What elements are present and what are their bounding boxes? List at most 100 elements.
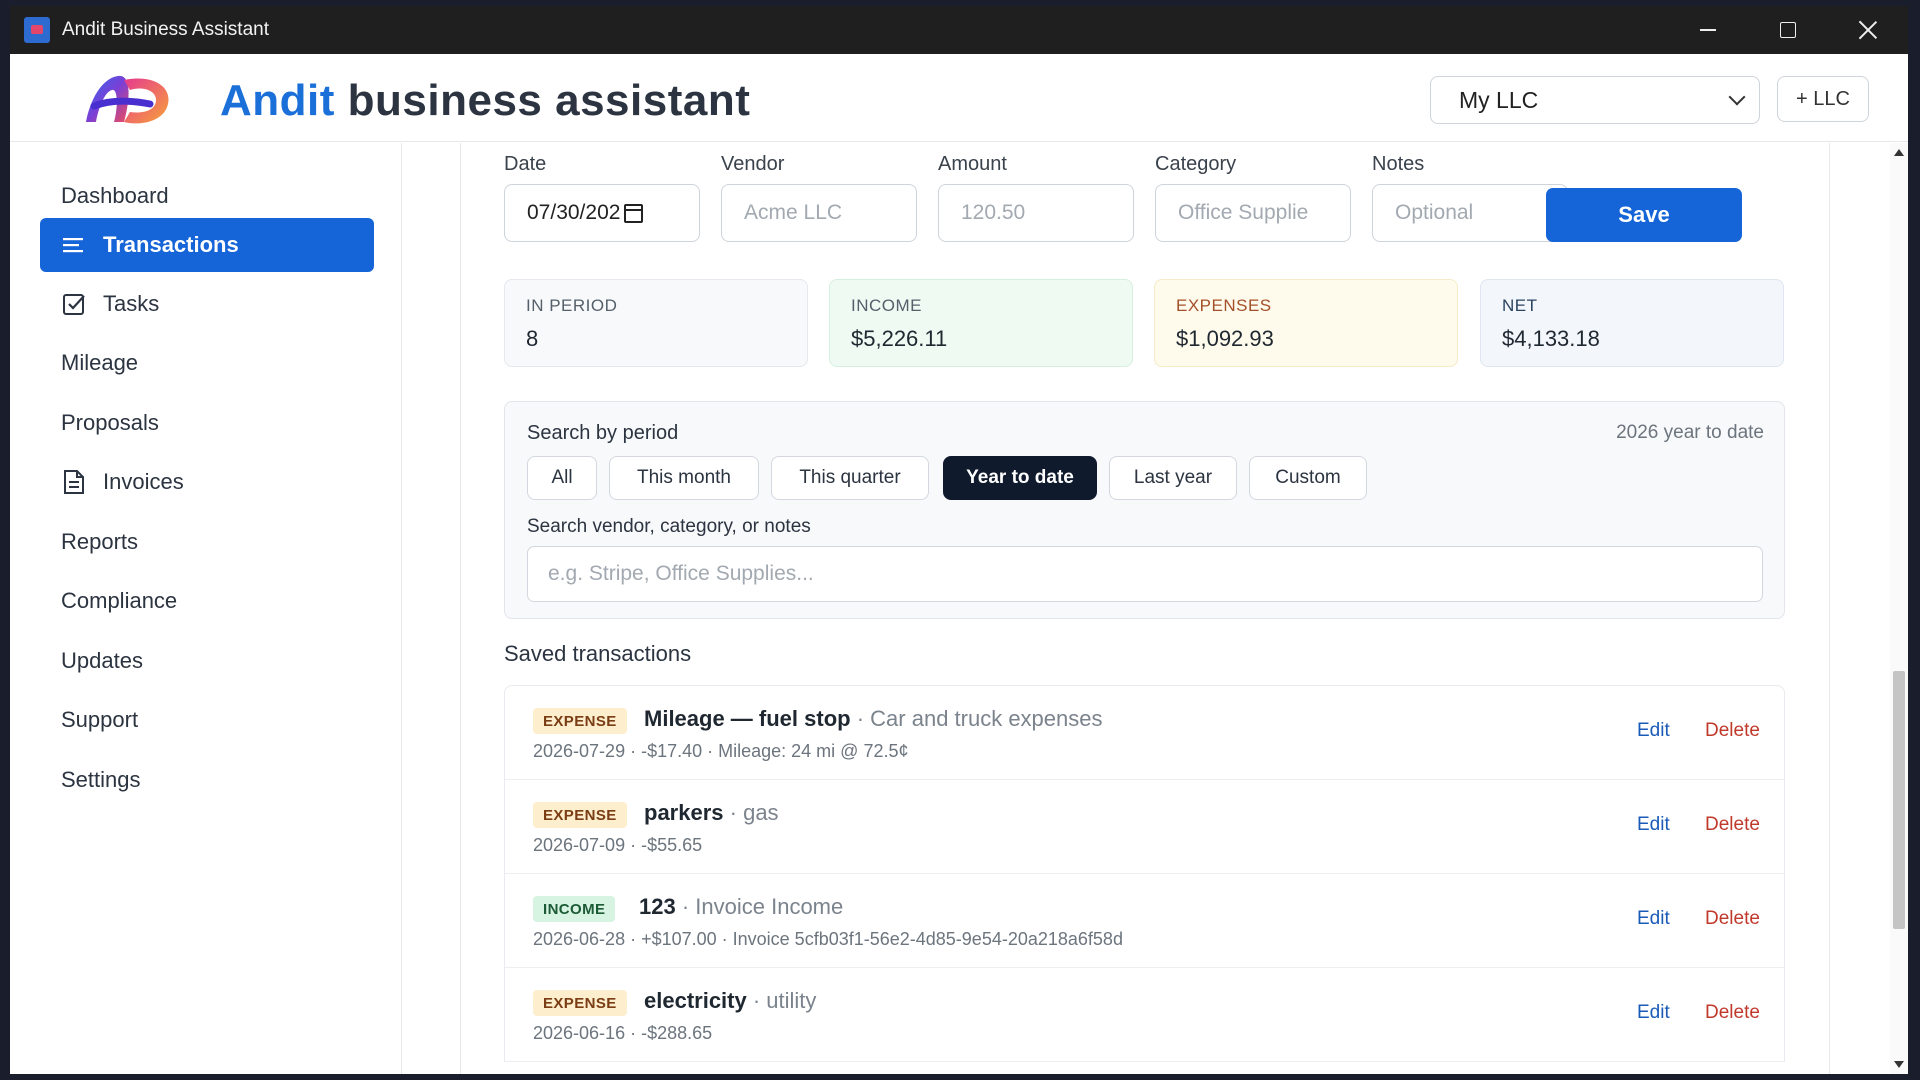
type-badge: EXPENSE [533,990,627,1016]
minimize-button[interactable] [1668,6,1748,54]
edit-link[interactable]: Edit [1637,814,1670,836]
main-content: Date 07/30/202 Vendor Acme LLC Amount 12… [460,143,1830,1074]
period-range-text: 2026 year to date [1616,422,1764,443]
sidebar-item-label: Tasks [103,291,160,316]
stat-value: 8 [526,326,539,351]
category-field[interactable]: Office Supplie [1155,184,1351,242]
period-this-quarter-button[interactable]: This quarter [771,456,929,500]
close-icon [1858,20,1878,40]
stat-value: $4,133.18 [1502,326,1600,351]
transactions-list: EXPENSE Mileage — fuel stop · Car and tr… [504,685,1785,1062]
vertical-scrollbar[interactable] [1890,143,1908,1074]
sidebar-item-label: Reports [61,529,139,554]
search-input[interactable]: e.g. Stripe, Office Supplies... [527,546,1763,602]
date-label: Date [504,153,547,175]
delete-link[interactable]: Delete [1705,814,1760,836]
period-year-to-date-button[interactable]: Year to date [943,456,1097,500]
minimize-icon [1700,29,1716,31]
sidebar-item-transactions[interactable]: Transactions [40,218,374,272]
sidebar-item-label: Transactions [103,232,239,257]
save-button[interactable]: Save [1546,188,1742,242]
transaction-vendor: Mileage — fuel stop [644,706,851,731]
transaction-vendor: electricity [644,988,747,1013]
type-badge: EXPENSE [533,802,627,828]
andit-logo [86,75,169,124]
edit-link[interactable]: Edit [1637,720,1670,742]
notes-field[interactable]: Optional [1372,184,1568,242]
sidebar-item-support[interactable]: Support [40,693,374,747]
category-label: Category [1155,153,1237,175]
date-field-value: 07/30/202 [527,201,621,224]
sidebar-item-updates[interactable]: Updates [40,634,374,688]
scroll-thumb[interactable] [1893,671,1905,929]
date-field[interactable]: 07/30/202 [504,184,700,242]
stat-value: $1,092.93 [1176,326,1274,351]
amount-label: Amount [938,153,1007,175]
period-custom-button[interactable]: Custom [1249,456,1367,500]
vendor-field[interactable]: Acme LLC [721,184,917,242]
transaction-category: · Car and truck expenses [856,706,1103,731]
sidebar-item-label: Dashboard [61,183,169,208]
sidebar-item-compliance[interactable]: Compliance [40,574,374,628]
edit-link[interactable]: Edit [1637,1002,1670,1024]
app-icon [24,17,50,43]
sidebar-item-reports[interactable]: Reports [40,515,374,569]
sidebar-item-dashboard[interactable]: Dashboard [40,169,374,223]
sidebar-item-invoices[interactable]: Invoices [40,455,374,509]
window-title: Andit Business Assistant [62,19,269,40]
sidebar-item-label: Proposals [61,410,159,435]
sidebar-item-tasks[interactable]: Tasks [40,277,374,331]
transaction-title: 123 · Invoice Income [639,894,843,920]
sidebar-item-label: Support [61,707,139,732]
sidebar-item-mileage[interactable]: Mileage [40,336,374,390]
delete-link[interactable]: Delete [1705,1002,1760,1024]
sidebar-item-label: Invoices [103,469,184,494]
delete-link[interactable]: Delete [1705,908,1760,930]
search-panel: Search by period 2026 year to date All T… [504,401,1785,619]
list-icon [61,232,87,258]
title-bar: Andit Business Assistant [10,6,1908,54]
scroll-down-arrow-icon[interactable] [1894,1061,1904,1068]
period-all-button[interactable]: All [527,456,597,500]
stat-label: IN PERIOD [526,296,618,315]
transaction-row: EXPENSE parkers · gas 2026-07-09 · -$55.… [505,780,1784,874]
notes-label: Notes [1372,153,1425,175]
delete-link[interactable]: Delete [1705,720,1760,742]
brand-title-rest: business assistant [347,76,751,125]
llc-select[interactable]: My LLC [1430,76,1760,124]
close-button[interactable] [1828,6,1908,54]
add-llc-button[interactable]: + LLC [1777,76,1869,122]
stat-income: INCOME $5,226.11 [829,279,1133,367]
chevron-down-icon [1728,88,1746,106]
sidebar-item-proposals[interactable]: Proposals [40,396,374,450]
maximize-icon [1780,22,1796,38]
vendor-label: Vendor [721,153,785,175]
transaction-category: · gas [729,800,779,825]
stat-value: $5,226.11 [851,326,948,351]
app-window: Andit Business Assistant Andit business … [10,6,1908,1074]
checkbox-icon [61,291,87,317]
transaction-vendor: parkers [644,800,724,825]
sidebar-item-label: Settings [61,767,141,792]
type-badge: INCOME [533,896,616,922]
type-badge: EXPENSE [533,708,627,734]
period-last-year-button[interactable]: Last year [1109,456,1237,500]
transaction-row: EXPENSE Mileage — fuel stop · Car and tr… [505,686,1784,780]
brand-title: Andit business assistant [220,76,750,126]
maximize-button[interactable] [1748,6,1828,54]
brand-title-accent: Andit [220,76,335,125]
amount-field[interactable]: 120.50 [938,184,1134,242]
transaction-row: INCOME 123 · Invoice Income 2026-06-28 ·… [505,874,1784,968]
transaction-detail: 2026-06-16 · -$288.65 [533,1023,713,1043]
calendar-icon[interactable] [624,203,644,223]
window-controls [1668,6,1908,54]
transaction-detail: 2026-07-09 · -$55.65 [533,835,703,855]
edit-link[interactable]: Edit [1637,908,1670,930]
app-header: Andit business assistant My LLC + LLC [10,54,1908,142]
stat-label: EXPENSES [1176,296,1272,315]
scroll-up-arrow-icon[interactable] [1894,149,1904,156]
period-this-month-button[interactable]: This month [609,456,759,500]
transaction-detail: 2026-07-29 · -$17.40 · Mileage: 24 mi @ … [533,741,909,761]
transaction-category: · utility [752,988,817,1013]
sidebar-item-settings[interactable]: Settings [40,753,374,807]
